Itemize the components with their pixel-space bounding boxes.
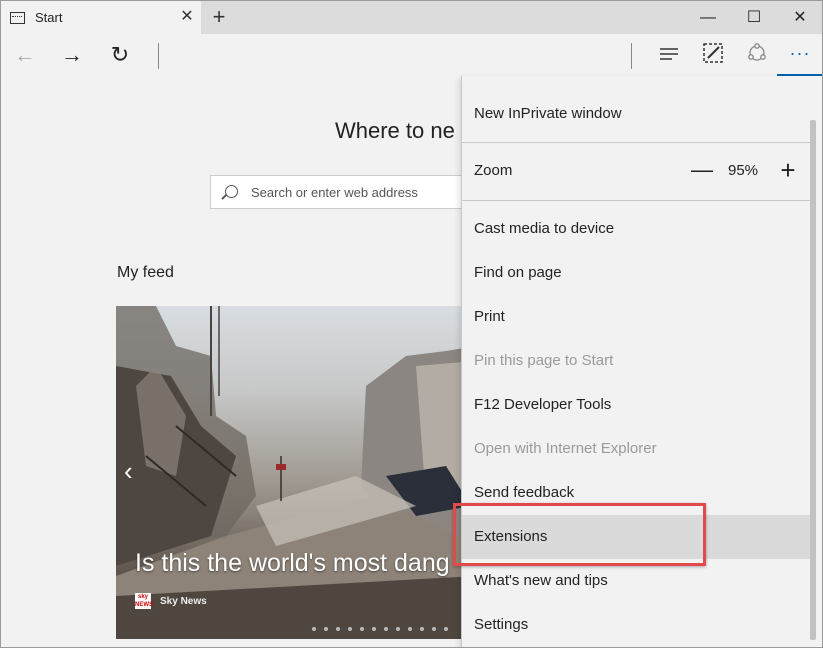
search-icon xyxy=(225,185,238,198)
carousel-dot[interactable] xyxy=(372,627,376,631)
more-actions-button[interactable]: ··· xyxy=(777,34,822,76)
refresh-button[interactable]: ↻ xyxy=(105,40,135,70)
hub-icon-glyph xyxy=(660,48,678,60)
share-icon-glyph xyxy=(748,43,766,61)
menu-item-open-with-ie: Open with Internet Explorer xyxy=(474,440,657,457)
card-previous-icon[interactable]: ‹ xyxy=(124,456,133,487)
menu-scrollbar[interactable] xyxy=(810,120,816,640)
carousel-dot[interactable] xyxy=(324,627,328,631)
menu-item-new-inprivate[interactable]: New InPrivate window xyxy=(462,92,810,136)
menu-item-print[interactable]: Print xyxy=(462,295,810,339)
carousel-dot[interactable] xyxy=(312,627,316,631)
maximize-button[interactable]: ☐ xyxy=(731,1,777,34)
carousel-dot[interactable] xyxy=(336,627,340,631)
menu-divider xyxy=(462,200,810,201)
carousel-dot[interactable] xyxy=(384,627,388,631)
tab-close-icon[interactable]: ✕ xyxy=(177,7,197,27)
zoom-row: Zoom — 95% + xyxy=(462,142,810,200)
sky-news-logo: sky NEWS xyxy=(135,593,153,609)
menu-item-settings[interactable]: Settings xyxy=(462,603,810,647)
menu-item-pin-to-start: Pin this page to Start xyxy=(474,352,614,369)
carousel-dot[interactable] xyxy=(348,627,352,631)
navigation-toolbar: ← → ↻ ··· xyxy=(1,34,822,76)
zoom-out-button[interactable]: — xyxy=(688,157,716,185)
web-note-icon[interactable] xyxy=(699,42,727,70)
tab-start[interactable]: Start ✕ xyxy=(1,1,201,34)
share-icon[interactable] xyxy=(743,42,771,70)
hub-icon[interactable] xyxy=(655,42,683,70)
back-button[interactable]: ← xyxy=(10,40,40,70)
carousel-dot[interactable] xyxy=(360,627,364,631)
web-note-icon-glyph xyxy=(703,43,723,63)
zoom-in-button[interactable]: + xyxy=(774,157,802,185)
zoom-value: 95% xyxy=(728,162,759,179)
menu-item-developer-tools[interactable]: F12 Developer Tools xyxy=(462,383,810,427)
card-source: Sky News xyxy=(160,596,207,607)
close-window-button[interactable]: ✕ xyxy=(777,1,822,34)
carousel-dots[interactable] xyxy=(312,618,456,636)
minimize-button[interactable]: — xyxy=(685,1,731,34)
tab-favicon-icon xyxy=(10,12,25,24)
carousel-dot[interactable] xyxy=(420,627,424,631)
toolbar-separator xyxy=(631,43,632,69)
new-tab-button[interactable]: + xyxy=(207,5,231,29)
title-bar: Start ✕ + — ☐ ✕ xyxy=(1,1,822,34)
tab-title: Start xyxy=(35,10,63,25)
carousel-dot[interactable] xyxy=(444,627,448,631)
card-headline[interactable]: Is this the world's most dang xyxy=(135,549,450,578)
toolbar-separator xyxy=(158,43,159,69)
more-icon: ··· xyxy=(789,43,811,63)
news-card[interactable]: ‹ Is this the world's most dang sky NEWS… xyxy=(116,306,476,639)
extensions-highlight-box xyxy=(453,503,706,566)
browser-window: Start ✕ + — ☐ ✕ ← → ↻ ··· Where to ne Se… xyxy=(0,0,823,648)
news-card-image xyxy=(116,306,476,639)
carousel-dot[interactable] xyxy=(432,627,436,631)
zoom-label: Zoom xyxy=(474,162,513,179)
forward-button[interactable]: → xyxy=(57,40,87,70)
feed-title: My feed xyxy=(117,264,174,281)
carousel-dot[interactable] xyxy=(396,627,400,631)
menu-item-find-on-page[interactable]: Find on page xyxy=(462,251,810,295)
page-heading: Where to ne xyxy=(335,118,455,143)
carousel-dot[interactable] xyxy=(408,627,412,631)
menu-item-cast-media[interactable]: Cast media to device xyxy=(462,207,810,251)
